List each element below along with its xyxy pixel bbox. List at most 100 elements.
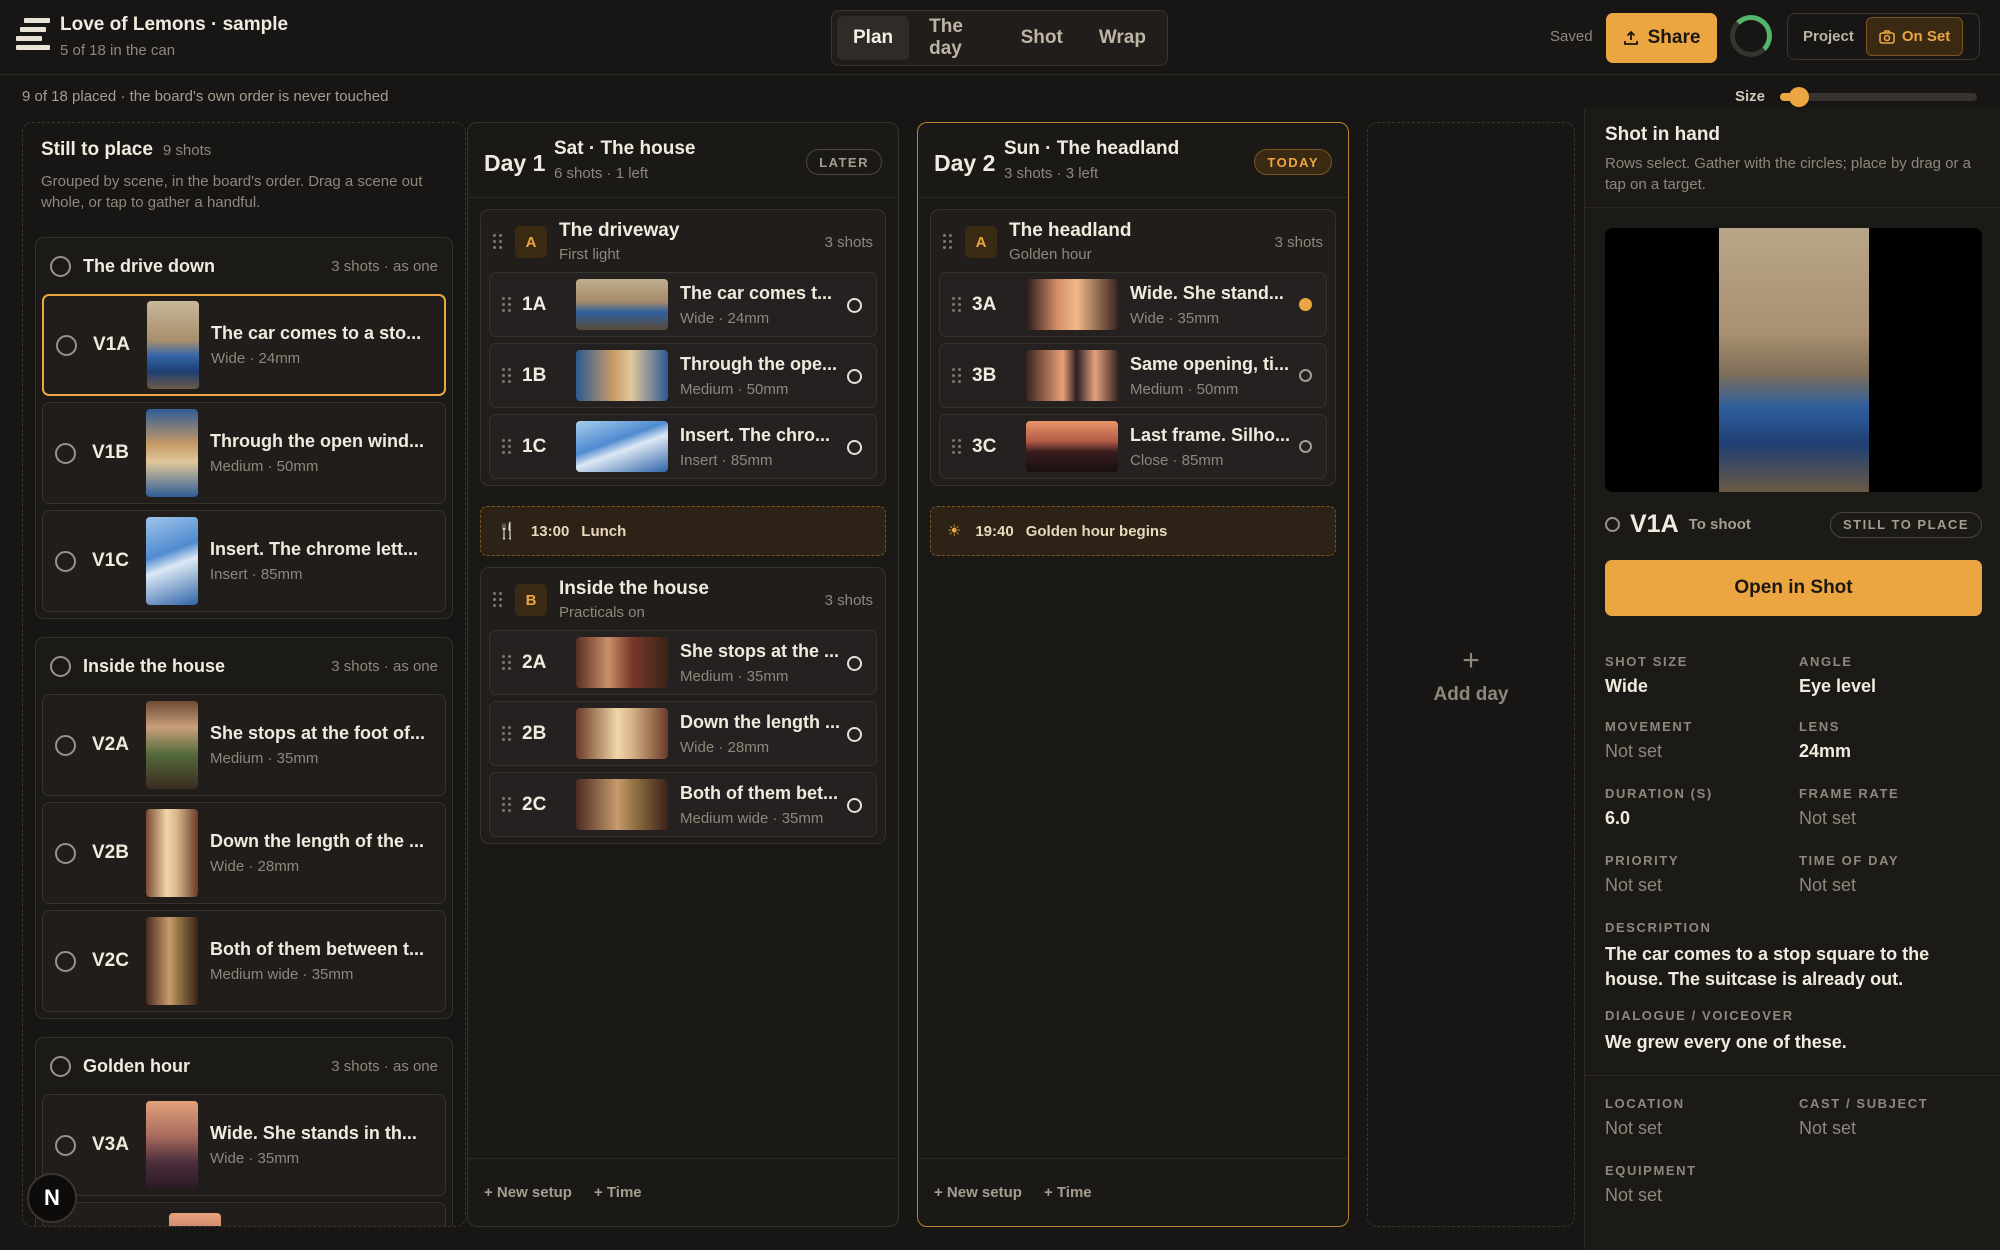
gather-radio[interactable] [55, 1134, 76, 1156]
share-button[interactable]: Share [1606, 13, 1717, 63]
size-label: Size [1735, 88, 1766, 105]
status-dot[interactable] [1299, 298, 1312, 311]
status-dot[interactable] [847, 440, 862, 455]
shot-thumbnail [1026, 350, 1118, 401]
add-time-button[interactable]: + Time [594, 1184, 642, 1201]
shot-code: V1C [92, 550, 129, 571]
gather-radio[interactable] [55, 950, 76, 972]
scene-meta: 3 shots · as one [331, 657, 438, 675]
field-shot-size[interactable]: SHOT SIZE Wide [1605, 654, 1785, 697]
scene-header[interactable]: The drive down 3 shots · as one [36, 238, 452, 294]
field-angle[interactable]: ANGLE Eye level [1799, 654, 1979, 697]
shot-thumbnail [576, 637, 668, 688]
status-dot[interactable] [847, 656, 862, 671]
upload-icon [1623, 30, 1638, 45]
shot-card[interactable]: V1B Through the open wind... Medium · 50m… [42, 402, 446, 504]
drag-handle-icon[interactable] [502, 655, 512, 671]
field-movement[interactable]: MOVEMENT Not set [1605, 719, 1785, 762]
gather-radio[interactable] [55, 842, 76, 864]
gather-radio[interactable] [55, 550, 76, 572]
scene-name: The drive down [83, 255, 216, 276]
field-description[interactable]: DESCRIPTION The car comes to a stop squar… [1605, 920, 1975, 992]
new-setup-button[interactable]: + New setup [934, 1184, 1022, 1201]
shot-preview-image[interactable] [1605, 228, 1982, 492]
drag-handle-icon[interactable] [952, 439, 962, 455]
add-day-button[interactable]: + Add day [1367, 122, 1575, 1227]
status-dot[interactable] [847, 298, 862, 313]
drag-handle-icon[interactable] [502, 297, 512, 313]
drag-handle-icon[interactable] [952, 368, 962, 384]
field-equipment[interactable]: EQUIPMENT Not set [1605, 1163, 1785, 1206]
open-in-shot-button[interactable]: Open in Shot [1605, 560, 1982, 616]
new-setup-button[interactable]: + New setup [484, 1184, 572, 1201]
shot-card[interactable] [42, 1202, 446, 1226]
field-priority[interactable]: PRIORITY Not set [1605, 853, 1785, 896]
gather-radio[interactable] [50, 1055, 71, 1077]
drag-handle-icon[interactable] [493, 234, 503, 250]
tab-plan[interactable]: Plan [837, 16, 910, 60]
status-dot[interactable] [1605, 517, 1620, 532]
shot-row[interactable]: 2C Both of them bet... Medium wide · 35mm [489, 772, 877, 837]
day-status-badge: LATER [806, 149, 882, 175]
shot-card[interactable]: V1C Insert. The chrome lett... Insert · 8… [42, 510, 446, 612]
gather-radio[interactable] [50, 655, 71, 677]
placement-badge: STILL TO PLACE [1830, 511, 1982, 538]
status-dot[interactable] [847, 798, 862, 813]
shot-row[interactable]: 1B Through the ope... Medium · 50mm [489, 343, 877, 408]
tab-the-day[interactable]: The day [913, 16, 1000, 60]
progress-ring-icon [1730, 15, 1772, 57]
framework-badge-icon[interactable]: N [27, 1173, 77, 1223]
status-dot[interactable] [847, 727, 862, 742]
status-dot[interactable] [1299, 440, 1312, 453]
drag-handle-icon[interactable] [502, 439, 512, 455]
field-lens[interactable]: LENS 24mm [1799, 719, 1979, 762]
tab-wrap[interactable]: Wrap [1083, 16, 1162, 60]
shot-thumbnail [576, 708, 668, 759]
size-slider-knob[interactable] [1789, 87, 1809, 107]
add-time-button[interactable]: + Time [1044, 1184, 1092, 1201]
field-duration[interactable]: DURATION (S) 6.0 [1605, 786, 1785, 829]
shot-card[interactable]: V2A She stops at the foot of... Medium · … [42, 694, 446, 796]
tab-shot[interactable]: Shot [1005, 16, 1079, 60]
drag-handle-icon[interactable] [502, 726, 512, 742]
drag-handle-icon[interactable] [502, 368, 512, 384]
shot-row[interactable]: 2B Down the length ... Wide · 28mm [489, 701, 877, 766]
shot-row[interactable]: 1C Insert. The chro... Insert · 85mm [489, 414, 877, 479]
status-dot[interactable] [1299, 369, 1312, 382]
drag-handle-icon[interactable] [943, 234, 953, 250]
time-event[interactable]: 🍴 13:00 Lunch [480, 506, 886, 556]
drag-handle-icon[interactable] [952, 297, 962, 313]
gather-radio[interactable] [55, 442, 76, 464]
size-slider[interactable] [1780, 87, 1977, 107]
app-logo-icon[interactable] [16, 18, 50, 50]
gather-radio[interactable] [50, 255, 71, 277]
shot-title: Through the open wind... [210, 431, 424, 451]
setup-header[interactable]: A The driveway First light 3 shots [481, 210, 885, 272]
drag-handle-icon[interactable] [502, 797, 512, 813]
scene-header[interactable]: Golden hour 3 shots · as one [36, 1038, 452, 1094]
shot-card[interactable]: V2B Down the length of the ... Wide · 28m… [42, 802, 446, 904]
setup-header[interactable]: A The headland Golden hour 3 shots [931, 210, 1335, 272]
shot-row[interactable]: 3C Last frame. Silho... Close · 85mm [939, 414, 1327, 479]
mode-on-set[interactable]: On Set [1865, 17, 1964, 56]
shot-card[interactable]: V1A The car comes to a sto... Wide · 24mm [42, 294, 446, 396]
status-dot[interactable] [847, 369, 862, 384]
shot-row[interactable]: 2A She stops at the ... Medium · 35mm [489, 630, 877, 695]
shot-card[interactable]: V2C Both of them between t... Medium wide… [42, 910, 446, 1012]
time-event[interactable]: ☀ 19:40 Golden hour begins [930, 506, 1336, 556]
field-location[interactable]: LOCATION Not set [1605, 1096, 1785, 1139]
field-cast[interactable]: CAST / SUBJECT Not set [1799, 1096, 1979, 1139]
drag-handle-icon[interactable] [493, 592, 503, 608]
shot-row[interactable]: 3A Wide. She stand... Wide · 35mm [939, 272, 1327, 337]
scene-header[interactable]: Inside the house 3 shots · as one [36, 638, 452, 694]
field-frame-rate[interactable]: FRAME RATE Not set [1799, 786, 1979, 829]
setup-header[interactable]: B Inside the house Practicals on 3 shots [481, 568, 885, 630]
mode-project[interactable]: Project [1791, 17, 1866, 56]
field-dialogue[interactable]: DIALOGUE / VOICEOVER We grew every one of… [1605, 1008, 1975, 1055]
shot-row[interactable]: 1A The car comes t... Wide · 24mm [489, 272, 877, 337]
shot-row[interactable]: 3B Same opening, ti... Medium · 50mm [939, 343, 1327, 408]
shot-card[interactable]: V3A Wide. She stands in th... Wide · 35mm [42, 1094, 446, 1196]
gather-radio[interactable] [55, 734, 76, 756]
field-time-of-day[interactable]: TIME OF DAY Not set [1799, 853, 1979, 896]
gather-radio[interactable] [56, 334, 77, 356]
